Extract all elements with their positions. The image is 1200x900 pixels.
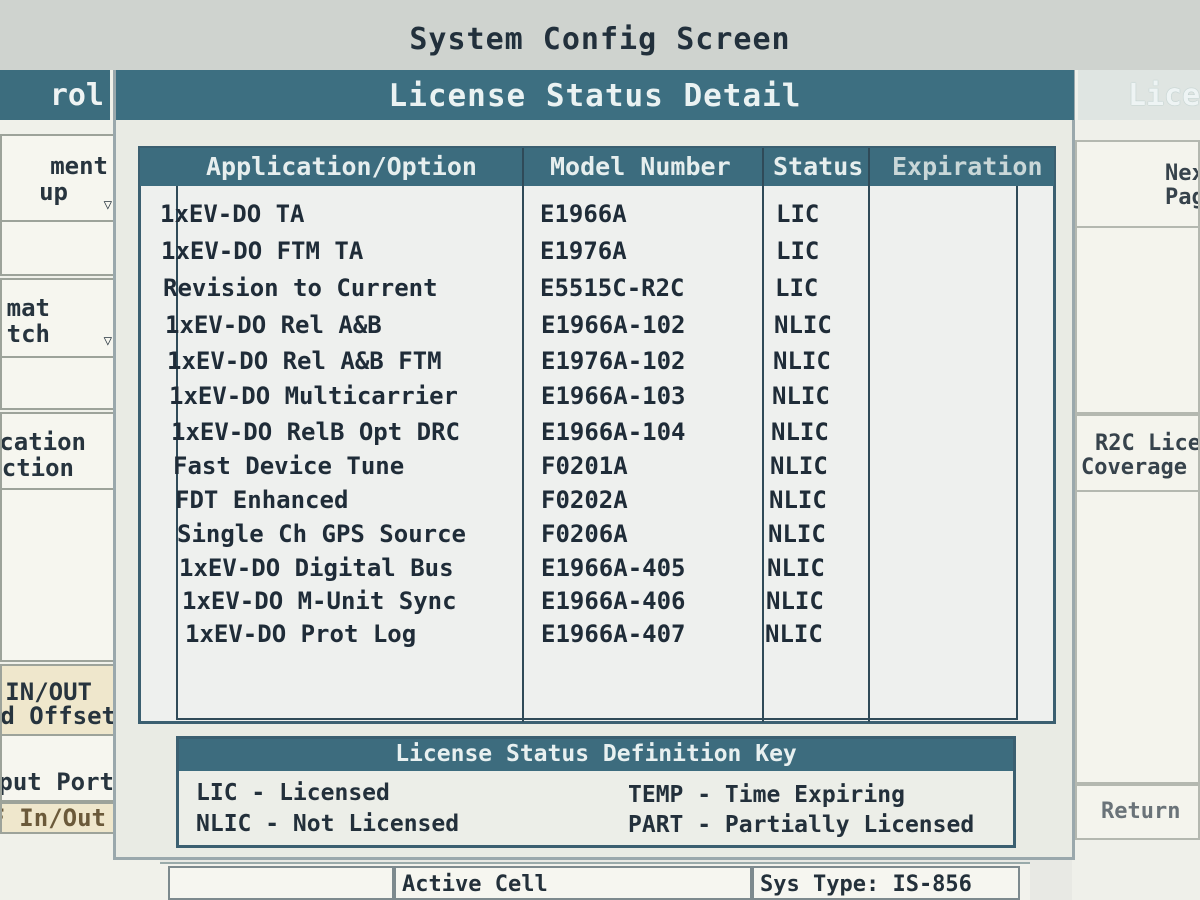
row-status: NLIC [772,382,830,410]
table-row[interactable]: FDT Enhanced F0202A NLIC [0,486,1200,520]
row-status: NLIC [769,486,827,514]
row-model: E1966A [540,200,627,228]
right-softkey-3-line1: Return [1101,799,1181,824]
row-application: 1xEV-DO Rel A&B FTM [167,347,442,375]
row-application: 1xEV-DO TA [160,200,305,228]
row-application: Single Ch GPS Source [177,520,466,548]
right-panel-header: Lice [1078,70,1200,120]
table-row[interactable]: 1xEV-DO Digital Bus E1966A-405 NLIC [0,554,1200,588]
row-status: NLIC [770,452,828,480]
table-row[interactable]: 1xEV-DO FTM TA E1976A LIC [0,237,1200,271]
row-model: E1976A [540,237,627,265]
row-model: F0201A [541,452,628,480]
row-status: NLIC [768,520,826,548]
row-model: E1976A-102 [541,347,686,375]
row-status: NLIC [767,554,825,582]
row-application: Fast Device Tune [173,452,405,480]
left-softkey-6-line1: F In/Out [0,804,106,832]
row-model: E1966A-102 [541,311,686,339]
table-row[interactable]: 1xEV-DO RelB Opt DRC E1966A-104 NLIC [0,418,1200,452]
table-row[interactable]: Revision to Current E5515C-R2C LIC [0,274,1200,308]
left-softkey-4-line2: td Offset [0,702,116,730]
key-item-lic: LIC - Licensed [196,780,390,806]
sys-type-label: Sys Type: IS-856 [760,872,972,897]
row-status: NLIC [774,311,832,339]
key-item-nlic: NLIC - Not Licensed [196,811,460,837]
key-item-temp: TEMP - Time Expiring [628,782,905,808]
right-panel-header-label: Lice [1128,78,1200,113]
license-status-header: License Status Detail [116,70,1074,120]
row-application: 1xEV-DO RelB Opt DRC [171,418,460,446]
table-row[interactable]: 1xEV-DO Multicarrier E1966A-103 NLIC [0,382,1200,416]
row-application: Revision to Current [163,274,438,302]
row-application: 1xEV-DO FTM TA [161,237,364,265]
row-model: E1966A-405 [541,554,686,582]
row-model: F0206A [541,520,628,548]
table-row[interactable]: 1xEV-DO M-Unit Sync E1966A-406 NLIC [0,587,1200,621]
row-model: E1966A-406 [541,587,686,615]
row-application: 1xEV-DO M-Unit Sync [182,587,457,615]
license-table-header: Application/Option Model Number Status E… [140,148,1054,186]
table-row[interactable]: 1xEV-DO Prot Log E1966A-407 NLIC [0,620,1200,654]
left-panel-header-label: rol [49,78,104,113]
table-row[interactable]: Single Ch GPS Source F0206A NLIC [0,520,1200,554]
right-softkey-1-line1: Nex [1165,161,1198,186]
active-cell-status: Active Cell [394,866,752,900]
row-model: E5515C-R2C [540,274,685,302]
row-status: LIC [775,274,819,302]
row-application: 1xEV-DO Rel A&B [165,311,382,339]
column-header-expiration: Expiration [892,152,1043,181]
row-status: LIC [776,237,820,265]
right-softkey-return[interactable]: Return [1075,784,1200,840]
screen-title: System Config Screen [409,22,791,57]
table-row[interactable]: 1xEV-DO Rel A&B E1966A-102 NLIC [0,311,1200,345]
row-model: F0202A [541,486,628,514]
row-application: 1xEV-DO Multicarrier [169,382,458,410]
column-header-application: Application/Option [206,152,477,181]
table-bottom-line [176,718,1018,720]
status-definition-key-header: License Status Definition Key [179,739,1013,771]
row-application: 1xEV-DO Digital Bus [179,554,454,582]
left-softkey-5-line1: tput Port [2,768,114,796]
table-row[interactable]: 1xEV-DO Rel A&B FTM E1976A-102 NLIC [0,347,1200,381]
key-item-part: PART - Partially Licensed [628,812,975,838]
row-status: LIC [776,200,820,228]
row-application: FDT Enhanced [175,486,349,514]
top-title-bar: System Config Screen [0,0,1200,70]
left-panel-header: rol [0,70,110,120]
sys-type-status: Sys Type: IS-856 [752,866,1020,900]
row-model: E1966A-407 [541,620,686,648]
active-cell-label: Active Cell [402,872,548,897]
row-status: NLIC [773,347,831,375]
row-model: E1966A-104 [541,418,686,446]
row-status: NLIC [766,587,824,615]
column-header-model: Model Number [550,152,731,181]
status-segment-blank [168,866,394,900]
row-status: NLIC [765,620,823,648]
table-row[interactable]: 1xEV-DO TA E1966A LIC [0,200,1200,234]
column-header-status: Status [773,152,864,181]
row-application: 1xEV-DO Prot Log [185,620,417,648]
left-softkey-1-line1: ment [50,152,108,180]
status-definition-key-title: License Status Definition Key [395,741,797,767]
row-status: NLIC [771,418,829,446]
table-row[interactable]: Fast Device Tune F0201A NLIC [0,452,1200,486]
license-status-title: License Status Detail [388,78,802,114]
row-model: E1966A-103 [541,382,686,410]
